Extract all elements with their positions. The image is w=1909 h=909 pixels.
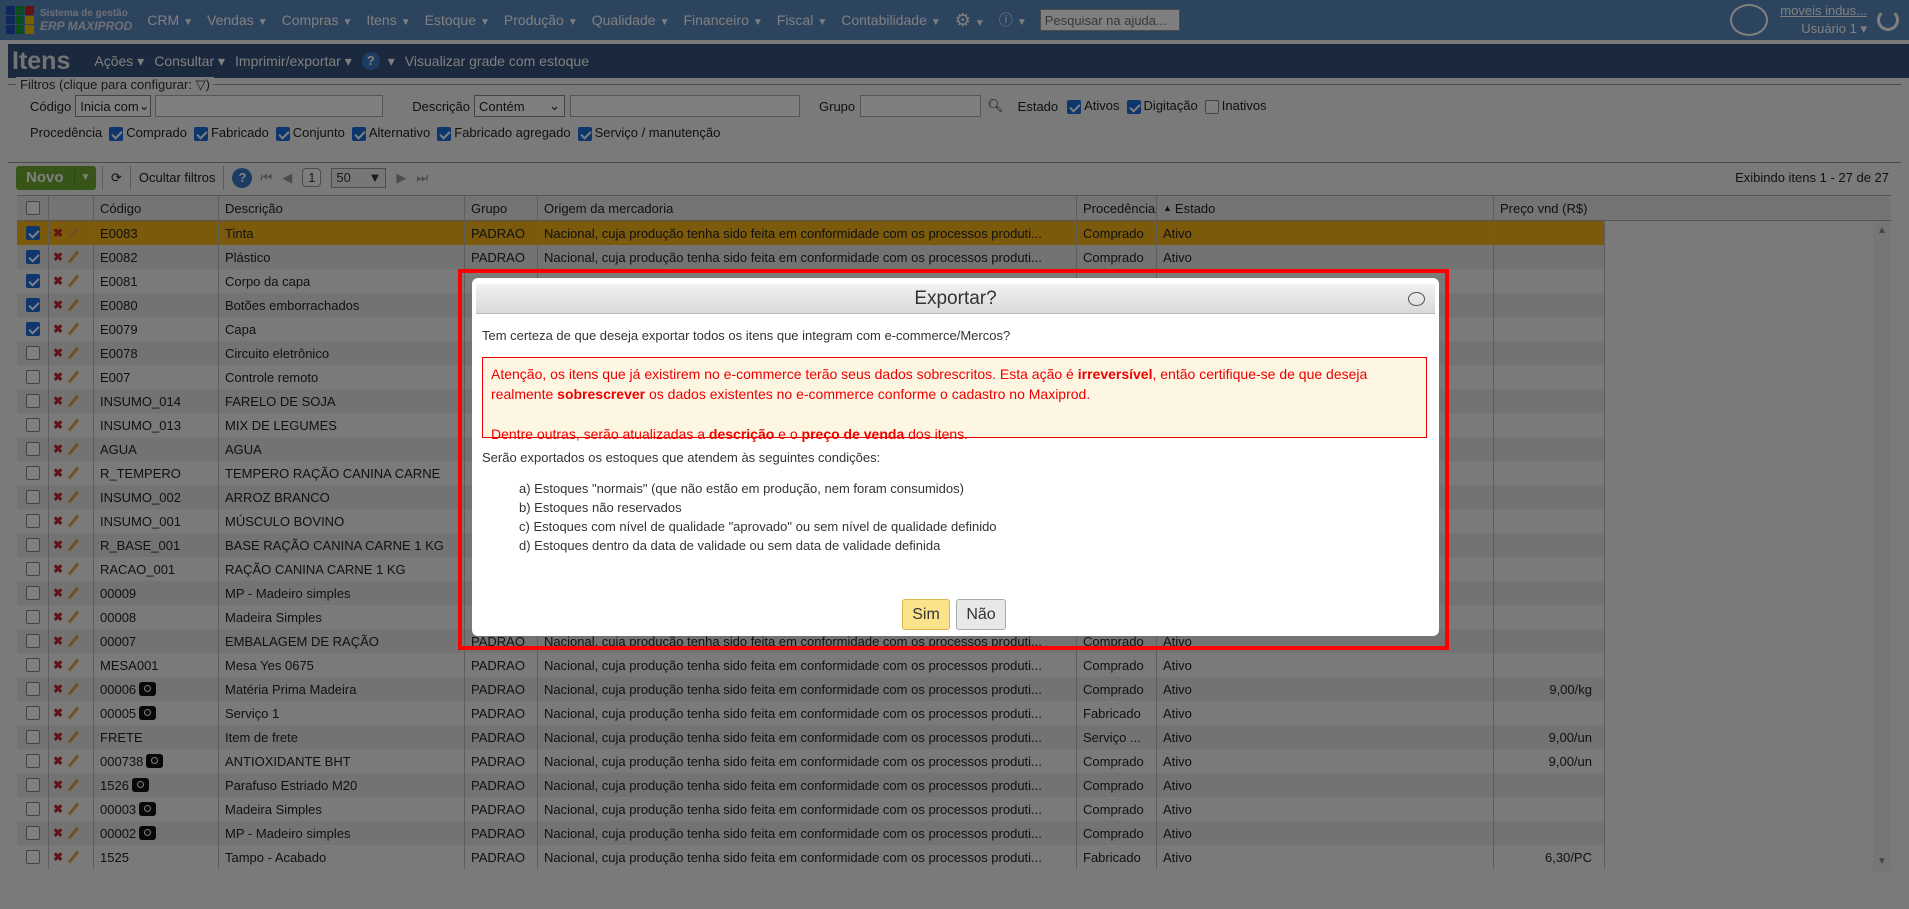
dialog-question: Tem certeza de que deseja exportar todos… xyxy=(482,328,1011,343)
condition-item: b) Estoques não reservados xyxy=(519,500,682,515)
conditions-intro: Serão exportados os estoques que atendem… xyxy=(482,450,881,465)
condition-item: c) Estoques com nível de qualidade "apro… xyxy=(519,519,997,534)
warning-box: Atenção, os itens que já existirem no e-… xyxy=(482,357,1427,442)
conditions: Serão exportados os estoques que atendem… xyxy=(482,450,997,555)
warning-paragraph-1: Atenção, os itens que já existirem no e-… xyxy=(491,366,1368,402)
condition-item: d) Estoques dentro da data de validade o… xyxy=(519,538,941,553)
no-button[interactable]: Não xyxy=(956,599,1006,630)
yes-button[interactable]: Sim xyxy=(902,599,950,630)
export-dialog: Exportar? Tem certeza de que deseja expo… xyxy=(472,278,1439,636)
dialog-title: Exportar? xyxy=(476,284,1435,314)
chat-icon[interactable] xyxy=(1408,292,1425,306)
condition-item: a) Estoques "normais" (que não estão em … xyxy=(519,481,964,496)
warning-paragraph-2: Dentre outras, serão atualizadas a descr… xyxy=(491,426,969,442)
